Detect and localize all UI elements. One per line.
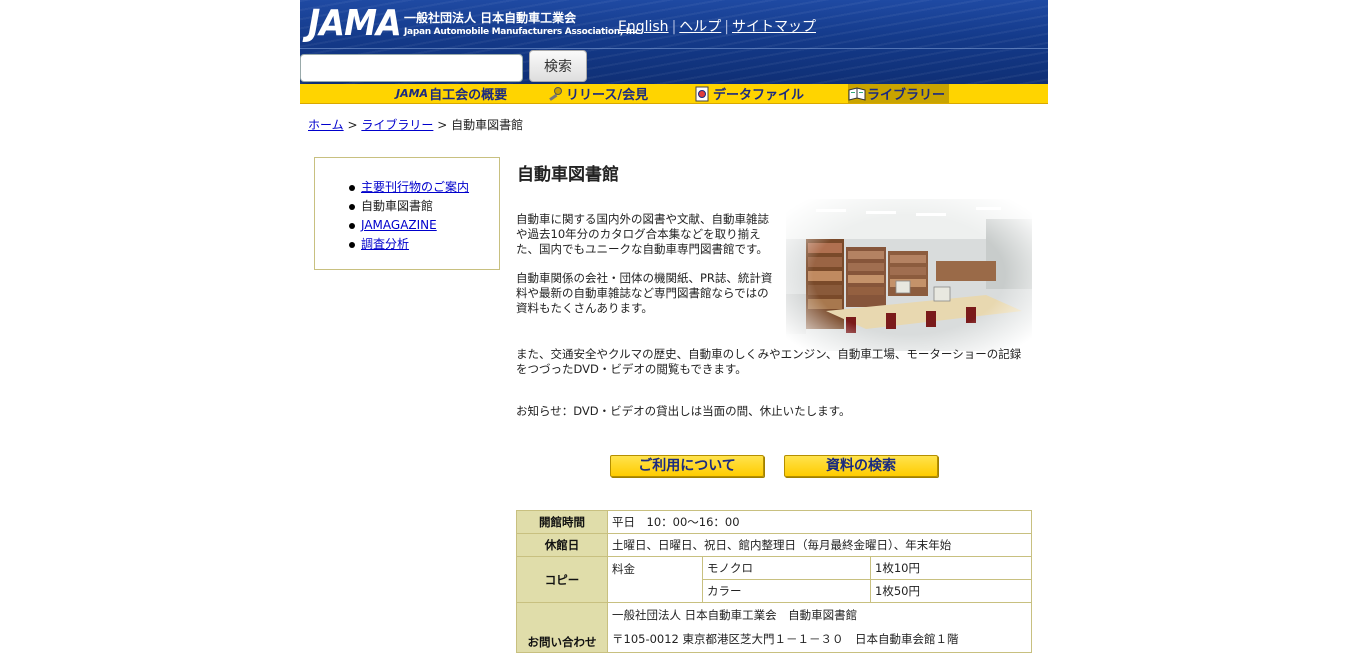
english-link[interactable]: English (618, 19, 669, 35)
page-title: 自動車図書館 (517, 165, 619, 185)
nav-item-about[interactable]: JAMA 自工会の概要 (396, 84, 507, 103)
sidebar-item-library: 自動車図書館 (345, 197, 499, 216)
site-header: JAMA 一般社団法人 日本自動車工業会 Japan Automobile Ma… (300, 0, 1048, 84)
main-nav: JAMA 自工会の概要 リリース/会見 データファイル ライブラリー (300, 84, 1048, 104)
breadcrumb-separator: > (437, 118, 448, 132)
library-photo (786, 199, 1032, 351)
sidebar-item-label: 自動車図書館 (361, 199, 434, 213)
book-icon (848, 86, 866, 102)
link-separator: | (724, 19, 729, 35)
main-content: 自動車図書館 自動車に関する国内外の図書や文献、自動車雑誌や過去10年分のカタロ… (516, 157, 1032, 477)
notice-text: お知らせ：DVD・ビデオの貸出しは当面の間、休止いたします。 (516, 404, 851, 418)
document-icon (694, 86, 710, 102)
sidebar-item-label[interactable]: 調査分析 (361, 237, 409, 251)
sidebar-item-jamagazine[interactable]: JAMAGAZINE (345, 216, 499, 235)
search-input[interactable] (300, 54, 523, 82)
nav-item-label: リリース/会見 (566, 88, 649, 103)
copy-color-label: カラー (702, 579, 871, 603)
sidebar-item-label[interactable]: 主要刊行物のご案内 (361, 180, 469, 194)
breadcrumb-current: 自動車図書館 (451, 118, 524, 132)
material-search-button[interactable]: 資料の検索 (784, 455, 938, 477)
sidebar-item-label[interactable]: JAMAGAZINE (361, 218, 437, 232)
table-row: コピー 料金 モノクロ 1枚10円 (516, 556, 1032, 603)
header-links: English | ヘルプ | サイトマップ (618, 16, 816, 36)
table-row: 開館時間 平日 10：00〜16：00 (516, 510, 1032, 534)
closed-value: 土曜日、日曜日、祝日、館内整理日（毎月最終金曜日）、年末年始 (607, 533, 1032, 557)
hours-label: 開館時間 (516, 510, 608, 534)
table-row: 休館日 土曜日、日曜日、祝日、館内整理日（毎月最終金曜日）、年末年始 (516, 533, 1032, 557)
intro-text: 自動車に関する国内外の図書や文献、自動車雑誌や過去10年分のカタログ合本集などを… (516, 212, 774, 316)
nav-item-library[interactable]: ライブラリー (848, 84, 950, 103)
intro-paragraph-1: 自動車に関する国内外の図書や文献、自動車雑誌や過去10年分のカタログ合本集などを… (516, 212, 769, 256)
breadcrumb-library[interactable]: ライブラリー (361, 118, 433, 132)
org-name-jp: 一般社団法人 日本自動車工業会 (404, 11, 577, 25)
microphone-icon (547, 86, 563, 102)
sitemap-link[interactable]: サイトマップ (732, 19, 816, 35)
sidebar-item-publications[interactable]: 主要刊行物のご案内 (345, 178, 499, 197)
copy-color-price: 1枚50円 (870, 579, 1032, 603)
sidebar-item-research[interactable]: 調査分析 (345, 235, 499, 254)
nav-item-label: ライブラリー (867, 88, 946, 103)
nav-item-label: 自工会の概要 (429, 88, 508, 103)
breadcrumb-home[interactable]: ホーム (308, 118, 344, 132)
library-info-table: 開館時間 平日 10：00〜16：00 休館日 土曜日、日曜日、祝日、館内整理日… (516, 510, 1032, 653)
copy-mono-label: モノクロ (702, 556, 871, 580)
copy-label: コピー (516, 556, 608, 603)
logo-mark: JAMA (308, 3, 402, 44)
logo-text: 一般社団法人 日本自動車工業会 Japan Automobile Manufac… (404, 10, 643, 38)
org-name-en: Japan Automobile Manufacturers Associati… (404, 27, 644, 37)
header-divider (300, 48, 1048, 49)
jama-logo-icon: JAMA (396, 87, 429, 100)
sidebar-list: 主要刊行物のご案内 自動車図書館 JAMAGAZINE 調査分析 (345, 178, 499, 254)
copy-fee-label: 料金 (607, 556, 703, 603)
jama-logo[interactable]: JAMA 一般社団法人 日本自動車工業会 Japan Automobile Ma… (308, 6, 643, 42)
nav-item-label: データファイル (713, 88, 805, 103)
breadcrumb-separator: > (347, 118, 358, 132)
copy-mono-price: 1枚10円 (870, 556, 1032, 580)
nav-item-datafile[interactable]: データファイル (694, 84, 804, 103)
table-row: お問い合わせ 一般社団法人 日本自動車工業会 自動車図書館 (516, 602, 1032, 653)
contact-label: お問い合わせ (516, 602, 608, 653)
nav-item-release[interactable]: リリース/会見 (547, 84, 648, 103)
intro-paragraph-2: 自動車関係の会社・団体の機関紙、PR誌、統計資料や最新の自動車雑誌など専門図書館… (516, 271, 773, 315)
intro-paragraph-3: また、交通安全やクルマの歴史、自動車のしくみやエンジン、自動車工場、モーターショ… (516, 347, 1022, 376)
breadcrumb: ホーム > ライブラリー > 自動車図書館 (308, 116, 523, 133)
link-separator: | (671, 19, 677, 35)
closed-label: 休館日 (516, 533, 608, 557)
contact-line-1: 一般社団法人 日本自動車工業会 自動車図書館 (607, 602, 1032, 627)
hours-value: 平日 10：00〜16：00 (607, 510, 1032, 534)
search-button[interactable]: 検索 (529, 50, 587, 82)
page-container: JAMA 一般社団法人 日本自動車工業会 Japan Automobile Ma… (300, 0, 1048, 653)
contact-line-2: 〒105-0012 東京都港区芝大門１－１－３０ 日本自動車会館１階 (607, 626, 1032, 653)
help-link[interactable]: ヘルプ (679, 19, 721, 35)
sidebar: 主要刊行物のご案内 自動車図書館 JAMAGAZINE 調査分析 (314, 157, 500, 270)
usage-guide-button[interactable]: ご利用について (610, 455, 764, 477)
